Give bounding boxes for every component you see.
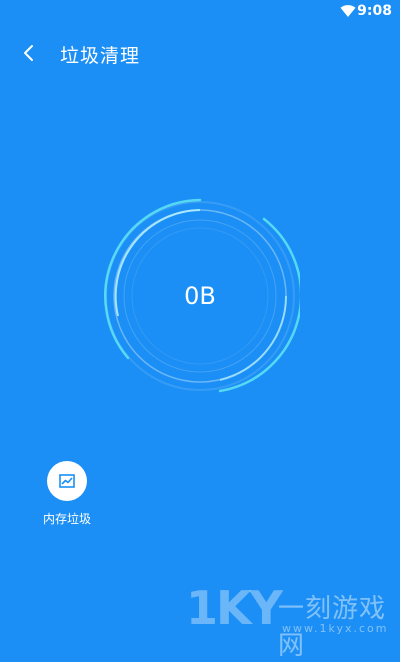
page-title: 垃圾清理 [60, 45, 141, 67]
wifi-icon [340, 5, 356, 17]
header: 垃圾清理 [0, 28, 400, 76]
watermark-url: www.1kyx.com [282, 622, 389, 635]
watermark: 1KY 一刻游戏网 www.1kyx.com [186, 581, 400, 661]
status-time: 9:08 [357, 3, 392, 19]
junk-size-gauge: 0B [100, 196, 300, 396]
memory-junk-label: 内存垃圾 [42, 512, 91, 526]
junk-size-value: 0B [184, 282, 216, 310]
memory-junk-button[interactable]: 内存垃圾 [32, 461, 102, 527]
status-bar: 9:08 [0, 0, 400, 24]
back-button[interactable] [14, 38, 44, 68]
chart-icon [59, 474, 75, 488]
memory-junk-icon-circle [47, 461, 87, 501]
chevron-left-icon [24, 45, 33, 61]
watermark-logo: 1KY [186, 581, 283, 635]
junk-clean-screen: 9:08 垃圾清理 0B 内存垃圾 1KY 一刻游戏网 www.1kyx.com [0, 0, 400, 661]
